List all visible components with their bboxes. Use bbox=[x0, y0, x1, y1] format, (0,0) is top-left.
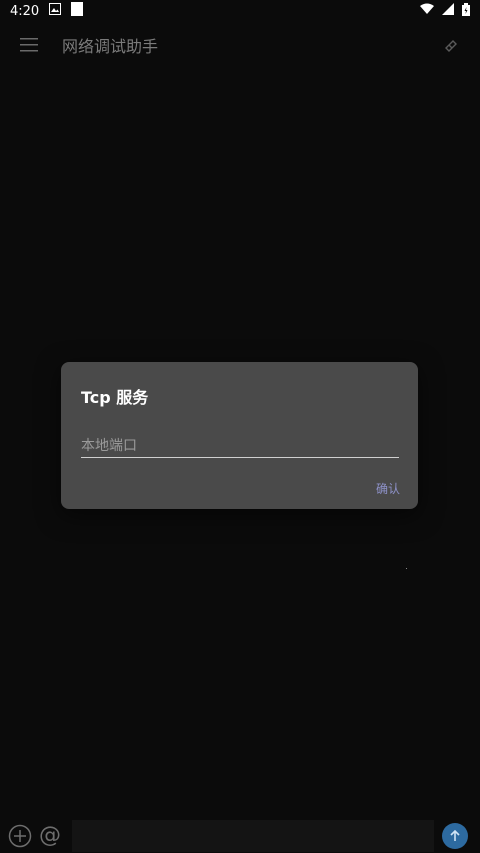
stray-dot bbox=[406, 568, 407, 569]
send-button[interactable] bbox=[442, 822, 468, 849]
mention-button[interactable]: @ bbox=[36, 822, 64, 850]
tcp-service-dialog: Tcp 服务 确认 bbox=[61, 362, 418, 509]
add-button[interactable] bbox=[6, 822, 34, 850]
add-circle-icon bbox=[8, 824, 32, 847]
dialog-title: Tcp 服务 bbox=[81, 388, 149, 407]
message-input[interactable] bbox=[72, 819, 434, 852]
arrow-up-icon bbox=[450, 829, 460, 841]
local-port-input[interactable] bbox=[81, 434, 399, 458]
confirm-button[interactable]: 确认 bbox=[376, 480, 400, 497]
bottom-bar: @ bbox=[0, 818, 480, 853]
